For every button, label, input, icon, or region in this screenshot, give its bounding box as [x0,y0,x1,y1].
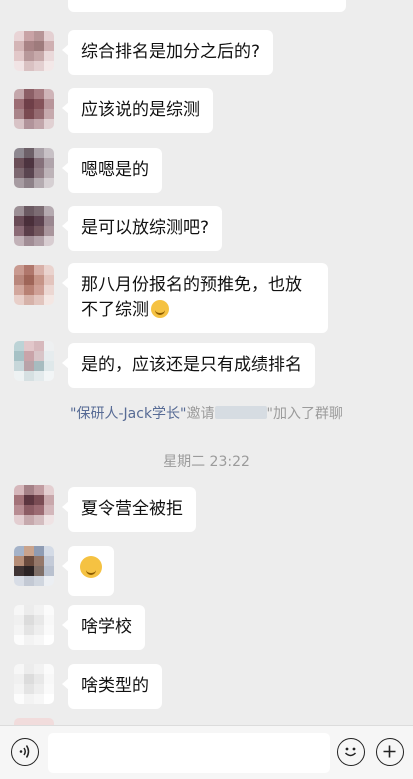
message-input[interactable] [48,733,330,773]
message-bubble[interactable]: 啥类型的 [62,664,162,709]
sweat-smile-icon [151,300,169,318]
avatar[interactable] [14,206,54,246]
system-invite-message: "保研人-Jack学长"邀请 "加入了群聊 [0,403,413,423]
partial-message-bubble [68,0,346,12]
avatar[interactable] [14,341,54,381]
timestamp-text: 星期二 23:22 [163,454,250,470]
avatar[interactable] [14,546,54,586]
avatar[interactable] [14,485,54,525]
message-bubble[interactable]: 嗯嗯是的 [62,148,162,193]
message-bubble[interactable]: 那八月份报名的预推免，也放不了综测 [62,263,328,333]
message-text: 应该说的是综测 [81,100,200,120]
inviter-name[interactable]: "保研人-Jack学长" [70,406,186,422]
message-bubble[interactable]: 是可以放综测吧? [61,206,223,251]
avatar[interactable] [14,89,54,129]
joined-text: "加入了群聊 [266,406,343,422]
emoji-icon[interactable] [337,738,365,766]
avatar[interactable] [14,664,54,704]
message-text: 啥类型的 [81,676,149,696]
message-bubble[interactable]: 是的，应该还是只有成绩排名 [62,343,315,388]
chat-message-list[interactable]: 综合排名是加分之后的? 应该说的是综测 嗯嗯是的 是可以放综测吧? 那八月份报名 [0,0,413,725]
message-input-bar [0,725,413,779]
message-text: 综合排名是加分之后的? [81,42,261,62]
voice-icon[interactable] [11,738,39,766]
message-bubble[interactable]: 啥学校 [62,605,145,650]
message-text: 啥学校 [81,617,132,637]
message-text: 是的，应该还是只有成绩排名 [81,355,302,375]
avatar[interactable] [14,265,54,305]
message-bubble[interactable]: 综合排名是加分之后的? [61,30,274,75]
message-bubble[interactable] [62,546,114,596]
plus-icon[interactable] [376,738,404,766]
message-text: 夏令营全被拒 [81,499,183,519]
avatar[interactable] [14,31,54,71]
invite-verb: 邀请 [186,406,215,422]
avatar[interactable] [14,148,54,188]
avatar[interactable] [14,605,54,645]
message-text: 是可以放综测吧? [81,218,210,238]
message-text: 那八月份报名的预推免，也放不了综测 [81,275,302,320]
message-bubble[interactable]: 夏令营全被拒 [62,487,196,532]
invitee-name-redacted [214,406,267,419]
message-text: 嗯嗯是的 [81,160,149,180]
timestamp-divider: 星期二 23:22 [0,451,413,471]
smirk-emoji-icon [80,556,102,578]
message-bubble[interactable]: 应该说的是综测 [62,88,213,133]
avatar[interactable] [14,718,54,725]
